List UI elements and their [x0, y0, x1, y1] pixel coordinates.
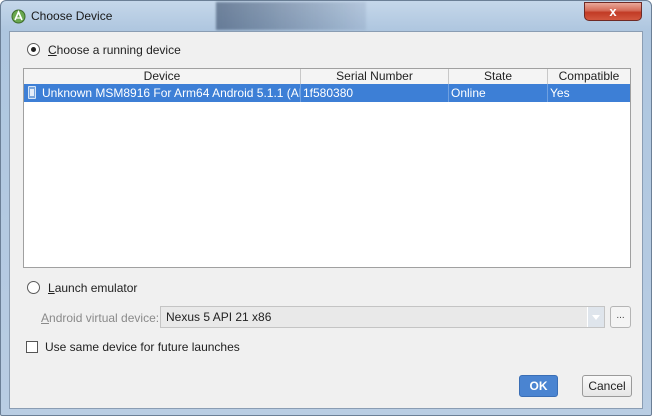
future-launches-label[interactable]: Use same device for future launches: [45, 340, 240, 354]
chevron-down-icon[interactable]: [587, 307, 604, 327]
android-studio-icon: [11, 9, 26, 24]
serial-cell: 1f580380: [301, 84, 449, 102]
column-header-state[interactable]: State: [449, 69, 548, 84]
avd-label-rest: ndroid virtual device:: [49, 311, 160, 325]
running-device-label[interactable]: Choose a running device: [48, 43, 181, 57]
ok-button[interactable]: OK: [519, 375, 558, 397]
phone-icon: [28, 86, 36, 99]
avd-label-mnemonic: A: [41, 311, 50, 325]
compatible-cell: Yes: [550, 86, 570, 100]
radio-selected-dot: [31, 47, 36, 52]
dialog-body: Choose a running device Device Serial Nu…: [9, 31, 643, 409]
avd-selected-value: Nexus 5 API 21 x86: [166, 310, 272, 324]
cancel-button[interactable]: Cancel: [582, 375, 632, 397]
launch-emulator-label-rest: aunch emulator: [54, 281, 138, 295]
device-name: Unknown MSM8916 For Arm64 Android 5.1.1 …: [42, 86, 300, 100]
running-device-mnemonic: C: [48, 43, 57, 57]
close-button[interactable]: x: [584, 2, 642, 21]
device-table[interactable]: Device Serial Number State Compatible Un…: [23, 68, 631, 268]
window-title: Choose Device: [31, 9, 113, 23]
close-icon: x: [609, 4, 617, 19]
choose-device-dialog: Choose Device x Choose a running device …: [0, 0, 652, 416]
title-bar[interactable]: Choose Device x: [1, 1, 651, 31]
future-launches-checkbox[interactable]: [26, 341, 38, 353]
running-device-radio[interactable]: [27, 43, 40, 56]
state-cell: Online: [449, 84, 548, 102]
column-header-compatible[interactable]: Compatible: [548, 69, 630, 84]
avd-browse-button[interactable]: ...: [610, 306, 631, 328]
column-header-serial[interactable]: Serial Number: [301, 69, 449, 84]
launch-emulator-radio[interactable]: [27, 281, 40, 294]
title-bar-glass: [216, 2, 366, 30]
column-header-device[interactable]: Device: [24, 69, 301, 84]
running-device-label-rest: hoose a running device: [56, 43, 181, 57]
avd-dropdown[interactable]: Nexus 5 API 21 x86: [160, 306, 605, 328]
device-cell: Unknown MSM8916 For Arm64 Android 5.1.1 …: [24, 84, 301, 102]
launch-emulator-mnemonic: L: [48, 281, 55, 295]
table-row[interactable]: Unknown MSM8916 For Arm64 Android 5.1.1 …: [24, 84, 630, 102]
table-header: Device Serial Number State Compatible: [24, 69, 630, 85]
avd-label: Android virtual device:: [41, 311, 159, 325]
launch-emulator-label[interactable]: Launch emulator: [48, 281, 137, 295]
